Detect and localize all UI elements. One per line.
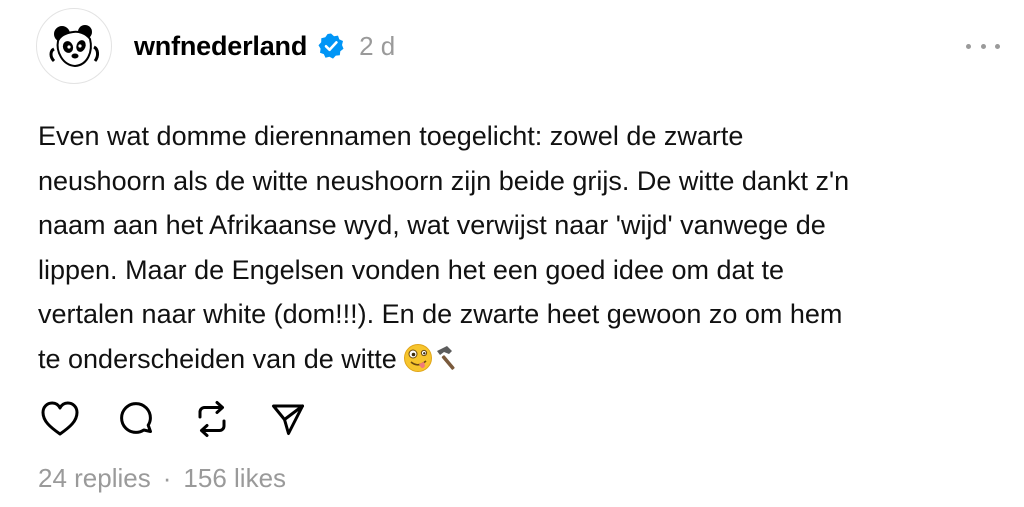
dot-icon [995,43,1000,49]
avatar[interactable] [36,8,112,84]
hammer-emoji [436,345,455,370]
more-options-button[interactable] [966,36,1000,56]
dot-icon [966,43,971,49]
username[interactable]: wnfnederland [134,31,307,62]
verified-badge-icon [318,33,344,59]
stats-separator: · [162,463,172,493]
post-body: Even wat domme dierennamen toegelicht: z… [38,114,988,387]
reply-button[interactable] [114,397,158,441]
replies-count[interactable]: 24 replies [38,463,151,494]
send-icon [272,404,304,435]
repost-button[interactable] [190,397,234,441]
post-time[interactable]: 2 d [359,31,395,62]
comment-icon [120,402,152,434]
post-header: wnfnederland 2 d [134,26,395,66]
zany-face-emoji [403,342,463,387]
action-bar [38,397,310,441]
heart-icon [41,401,79,436]
post-text: Even wat domme dierennamen toegelicht: z… [38,121,850,374]
share-button[interactable] [266,397,310,441]
likes-count[interactable]: 156 likes [183,463,286,494]
like-button[interactable] [38,397,82,441]
repost-icon [198,401,226,437]
post-stats: 24 replies · 156 likes [38,463,286,494]
panda-logo-icon [49,25,99,68]
dot-icon [980,43,986,49]
